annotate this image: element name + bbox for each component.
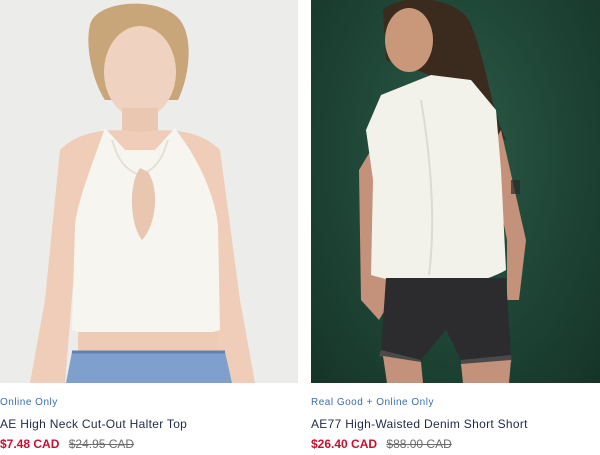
product-info: Online Only AE High Neck Cut-Out Halter … <box>0 383 298 453</box>
product-badge: Online Only <box>0 397 58 408</box>
product-image[interactable] <box>0 0 298 383</box>
price-row: $7.48 CAD $24.95 CAD <box>0 435 298 453</box>
product-title[interactable]: AE77 High-Waisted Denim Short Short <box>311 415 600 433</box>
denim-shorts-photo <box>359 0 526 383</box>
product-badge: Real Good + Online Only <box>311 397 434 408</box>
product-card[interactable]: Real Good + Online Only AE77 High-Waiste… <box>311 0 600 455</box>
sale-price: $7.48 CAD <box>0 437 60 451</box>
original-price: $88.00 CAD <box>386 437 452 451</box>
original-price: $24.95 CAD <box>68 437 135 451</box>
sale-price: $26.40 CAD <box>311 437 378 451</box>
product-grid: Online Only AE High Neck Cut-Out Halter … <box>0 0 600 455</box>
product-card[interactable]: Online Only AE High Neck Cut-Out Halter … <box>0 0 298 455</box>
halter-top-photo <box>30 3 255 383</box>
product-info: Real Good + Online Only AE77 High-Waiste… <box>311 383 600 453</box>
product-image[interactable] <box>311 0 600 383</box>
price-row: $26.40 CAD $88.00 CAD <box>311 435 600 453</box>
product-title[interactable]: AE High Neck Cut-Out Halter Top <box>0 415 298 433</box>
